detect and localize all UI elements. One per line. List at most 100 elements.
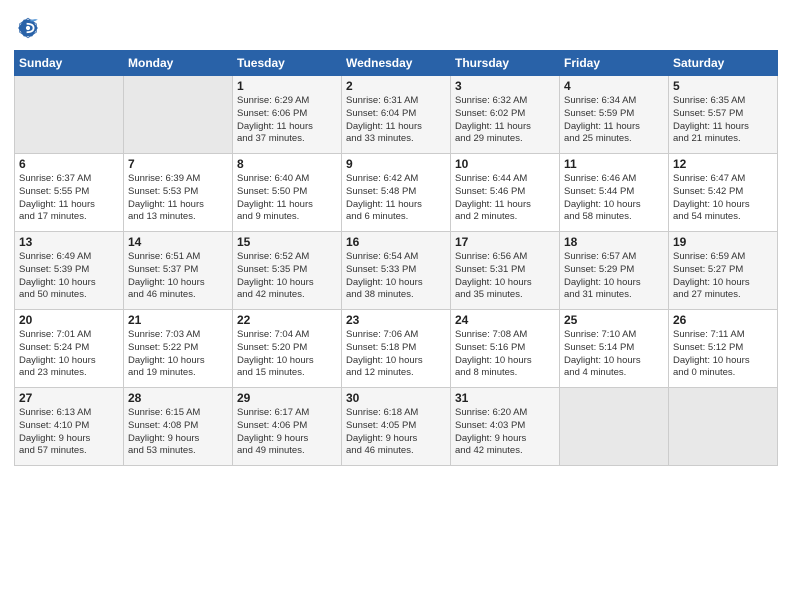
cell-daylight-info: Sunrise: 6:29 AM Sunset: 6:06 PM Dayligh… [237,95,337,146]
calendar-cell: 4 Sunrise: 6:34 AM Sunset: 5:59 PM Daylig… [560,76,669,154]
calendar-cell: 28 Sunrise: 6:15 AM Sunset: 4:08 PM Dayli… [124,388,233,466]
calendar-cell: 16 Sunrise: 6:54 AM Sunset: 5:33 PM Dayli… [342,232,451,310]
calendar-cell: 12 Sunrise: 6:47 AM Sunset: 5:42 PM Dayli… [669,154,778,232]
calendar-cell: 2 Sunrise: 6:31 AM Sunset: 6:04 PM Daylig… [342,76,451,154]
day-number: 25 [564,313,664,327]
cell-daylight-info: Sunrise: 6:40 AM Sunset: 5:50 PM Dayligh… [237,173,337,224]
cell-daylight-info: Sunrise: 6:18 AM Sunset: 4:05 PM Dayligh… [346,407,446,458]
calendar-cell: 24 Sunrise: 7:08 AM Sunset: 5:16 PM Dayli… [451,310,560,388]
calendar-cell: 8 Sunrise: 6:40 AM Sunset: 5:50 PM Daylig… [233,154,342,232]
day-number: 26 [673,313,773,327]
cell-daylight-info: Sunrise: 6:34 AM Sunset: 5:59 PM Dayligh… [564,95,664,146]
cell-daylight-info: Sunrise: 6:31 AM Sunset: 6:04 PM Dayligh… [346,95,446,146]
cell-daylight-info: Sunrise: 7:11 AM Sunset: 5:12 PM Dayligh… [673,329,773,380]
cell-daylight-info: Sunrise: 7:06 AM Sunset: 5:18 PM Dayligh… [346,329,446,380]
calendar-week-row: 27Sunrise: 6:13 AM Sunset: 4:10 PM Dayli… [15,388,778,466]
day-number: 9 [346,157,446,171]
day-number: 23 [346,313,446,327]
cell-daylight-info: Sunrise: 6:32 AM Sunset: 6:02 PM Dayligh… [455,95,555,146]
cell-daylight-info: Sunrise: 6:37 AM Sunset: 5:55 PM Dayligh… [19,173,119,224]
calendar-cell: 17 Sunrise: 6:56 AM Sunset: 5:31 PM Dayli… [451,232,560,310]
cell-daylight-info: Sunrise: 7:03 AM Sunset: 5:22 PM Dayligh… [128,329,228,380]
calendar-cell: 13 Sunrise: 6:49 AM Sunset: 5:39 PM Dayli… [15,232,124,310]
calendar-week-row: 6Sunrise: 6:37 AM Sunset: 5:55 PM Daylig… [15,154,778,232]
cell-daylight-info: Sunrise: 7:04 AM Sunset: 5:20 PM Dayligh… [237,329,337,380]
cell-daylight-info: Sunrise: 6:44 AM Sunset: 5:46 PM Dayligh… [455,173,555,224]
day-number: 17 [455,235,555,249]
calendar-cell: 30Sunrise: 6:18 AM Sunset: 4:05 PM Dayli… [342,388,451,466]
day-number: 10 [455,157,555,171]
cell-daylight-info: Sunrise: 6:56 AM Sunset: 5:31 PM Dayligh… [455,251,555,302]
calendar-cell: 29 Sunrise: 6:17 AM Sunset: 4:06 PM Dayli… [233,388,342,466]
day-number: 29 [237,391,337,405]
calendar-cell: 26 Sunrise: 7:11 AM Sunset: 5:12 PM Dayli… [669,310,778,388]
cell-daylight-info: Sunrise: 6:35 AM Sunset: 5:57 PM Dayligh… [673,95,773,146]
day-number: 16 [346,235,446,249]
cell-daylight-info: Sunrise: 6:47 AM Sunset: 5:42 PM Dayligh… [673,173,773,224]
calendar-table: SundayMondayTuesdayWednesdayThursdayFrid… [14,50,778,466]
calendar-cell: 11Sunrise: 6:46 AM Sunset: 5:44 PM Dayli… [560,154,669,232]
day-number: 24 [455,313,555,327]
day-number: 15 [237,235,337,249]
cell-daylight-info: Sunrise: 7:08 AM Sunset: 5:16 PM Dayligh… [455,329,555,380]
cell-daylight-info: Sunrise: 6:20 AM Sunset: 4:03 PM Dayligh… [455,407,555,458]
calendar-cell: 7Sunrise: 6:39 AM Sunset: 5:53 PM Daylig… [124,154,233,232]
cell-daylight-info: Sunrise: 6:57 AM Sunset: 5:29 PM Dayligh… [564,251,664,302]
day-number: 12 [673,157,773,171]
day-number: 4 [564,79,664,93]
calendar-cell: 6Sunrise: 6:37 AM Sunset: 5:55 PM Daylig… [15,154,124,232]
weekday-header: Tuesday [233,51,342,76]
calendar-cell: 23 Sunrise: 7:06 AM Sunset: 5:18 PM Dayli… [342,310,451,388]
weekday-header: Monday [124,51,233,76]
calendar-cell: 21 Sunrise: 7:03 AM Sunset: 5:22 PM Dayli… [124,310,233,388]
day-number: 11 [564,157,664,171]
calendar-cell: 19 Sunrise: 6:59 AM Sunset: 5:27 PM Dayli… [669,232,778,310]
cell-daylight-info: Sunrise: 6:17 AM Sunset: 4:06 PM Dayligh… [237,407,337,458]
day-number: 19 [673,235,773,249]
day-number: 8 [237,157,337,171]
calendar-cell [560,388,669,466]
calendar-cell: 3 Sunrise: 6:32 AM Sunset: 6:02 PM Daylig… [451,76,560,154]
weekday-header: Friday [560,51,669,76]
day-number: 21 [128,313,228,327]
calendar-cell: 14 Sunrise: 6:51 AM Sunset: 5:37 PM Dayli… [124,232,233,310]
cell-daylight-info: Sunrise: 6:15 AM Sunset: 4:08 PM Dayligh… [128,407,228,458]
day-number: 22 [237,313,337,327]
calendar-cell: 18Sunrise: 6:57 AM Sunset: 5:29 PM Dayli… [560,232,669,310]
cell-daylight-info: Sunrise: 7:01 AM Sunset: 5:24 PM Dayligh… [19,329,119,380]
cell-daylight-info: Sunrise: 6:49 AM Sunset: 5:39 PM Dayligh… [19,251,119,302]
cell-daylight-info: Sunrise: 6:52 AM Sunset: 5:35 PM Dayligh… [237,251,337,302]
calendar-cell: 15 Sunrise: 6:52 AM Sunset: 5:35 PM Dayli… [233,232,342,310]
day-number: 28 [128,391,228,405]
cell-daylight-info: Sunrise: 6:59 AM Sunset: 5:27 PM Dayligh… [673,251,773,302]
day-number: 20 [19,313,119,327]
calendar-cell: 25 Sunrise: 7:10 AM Sunset: 5:14 PM Dayli… [560,310,669,388]
calendar-cell [124,76,233,154]
calendar-cell [15,76,124,154]
cell-daylight-info: Sunrise: 6:54 AM Sunset: 5:33 PM Dayligh… [346,251,446,302]
calendar-cell: 20 Sunrise: 7:01 AM Sunset: 5:24 PM Dayli… [15,310,124,388]
calendar-week-row: 20 Sunrise: 7:01 AM Sunset: 5:24 PM Dayli… [15,310,778,388]
cell-daylight-info: Sunrise: 6:51 AM Sunset: 5:37 PM Dayligh… [128,251,228,302]
cell-daylight-info: Sunrise: 6:42 AM Sunset: 5:48 PM Dayligh… [346,173,446,224]
calendar-cell: 9 Sunrise: 6:42 AM Sunset: 5:48 PM Daylig… [342,154,451,232]
calendar-cell: 5Sunrise: 6:35 AM Sunset: 5:57 PM Daylig… [669,76,778,154]
calendar-cell: 22 Sunrise: 7:04 AM Sunset: 5:20 PM Dayli… [233,310,342,388]
day-number: 31 [455,391,555,405]
calendar-cell [669,388,778,466]
day-number: 3 [455,79,555,93]
day-number: 2 [346,79,446,93]
day-number: 1 [237,79,337,93]
cell-daylight-info: Sunrise: 7:10 AM Sunset: 5:14 PM Dayligh… [564,329,664,380]
calendar-cell: 27Sunrise: 6:13 AM Sunset: 4:10 PM Dayli… [15,388,124,466]
weekday-header: Saturday [669,51,778,76]
logo-icon [14,14,42,42]
calendar-header-row: SundayMondayTuesdayWednesdayThursdayFrid… [15,51,778,76]
calendar-cell: 31 Sunrise: 6:20 AM Sunset: 4:03 PM Dayli… [451,388,560,466]
calendar-cell: 1 Sunrise: 6:29 AM Sunset: 6:06 PM Daylig… [233,76,342,154]
day-number: 13 [19,235,119,249]
header [14,10,778,42]
logo [14,14,46,42]
day-number: 14 [128,235,228,249]
weekday-header: Sunday [15,51,124,76]
